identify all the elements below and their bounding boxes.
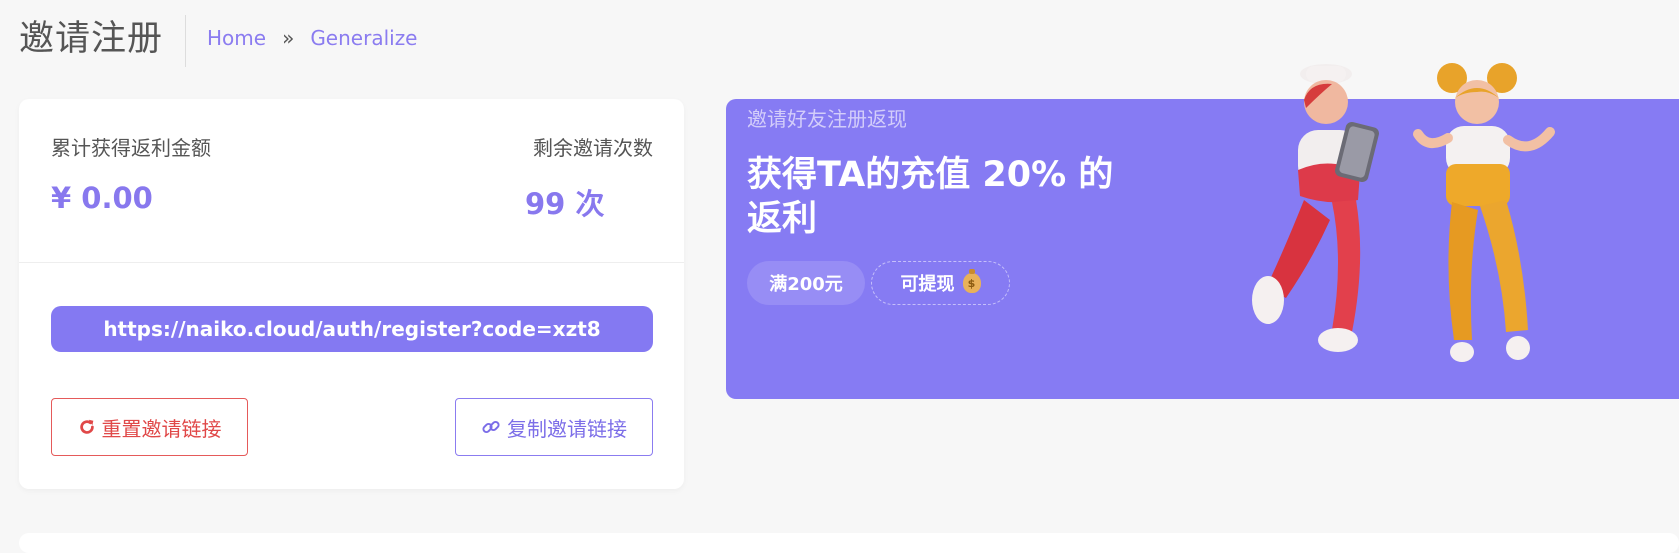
- rebate-total-label: 累计获得返利金额: [51, 136, 211, 160]
- rebate-total-value: ¥ 0.00: [51, 181, 153, 215]
- money-bag-icon: $: [962, 269, 981, 293]
- withdrawable-label: 可提现: [900, 274, 955, 295]
- breadcrumb-home-link[interactable]: Home: [207, 26, 266, 50]
- page-title: 邀请注册: [19, 19, 164, 59]
- withdrawable-badge: 可提现 $: [871, 261, 1010, 305]
- banner-title: 获得TA的充值 20% 的返利: [747, 155, 1114, 239]
- copy-invite-link-label: 复制邀请链接: [507, 416, 627, 441]
- invite-stats-card: 累计获得返利金额 ¥ 0.00 剩余邀请次数 99 次 https://naik…: [19, 99, 684, 489]
- remaining-invites-value: 99 次: [525, 187, 605, 221]
- min-amount-badge: 满200元: [747, 261, 865, 305]
- refresh-icon: [78, 418, 96, 436]
- breadcrumb: Home » Generalize: [207, 26, 418, 50]
- breadcrumb-separator: »: [282, 26, 295, 50]
- card-divider: [19, 262, 684, 263]
- banner-subtitle: 邀请好友注册返现: [747, 107, 907, 131]
- remaining-invites-label: 剩余邀请次数: [533, 136, 653, 160]
- link-icon: [481, 417, 501, 437]
- invite-link-field[interactable]: https://naiko.cloud/auth/register?code=x…: [51, 306, 653, 352]
- reset-invite-link-label: 重置邀请链接: [101, 416, 222, 441]
- header-divider: [185, 15, 186, 67]
- reset-invite-link-button[interactable]: 重置邀请链接: [51, 398, 248, 456]
- breadcrumb-current[interactable]: Generalize: [310, 26, 417, 50]
- copy-invite-link-button[interactable]: 复制邀请链接: [455, 398, 653, 456]
- bottom-card: [19, 533, 1679, 553]
- two-jumping-people-illustration: [1252, 63, 1555, 362]
